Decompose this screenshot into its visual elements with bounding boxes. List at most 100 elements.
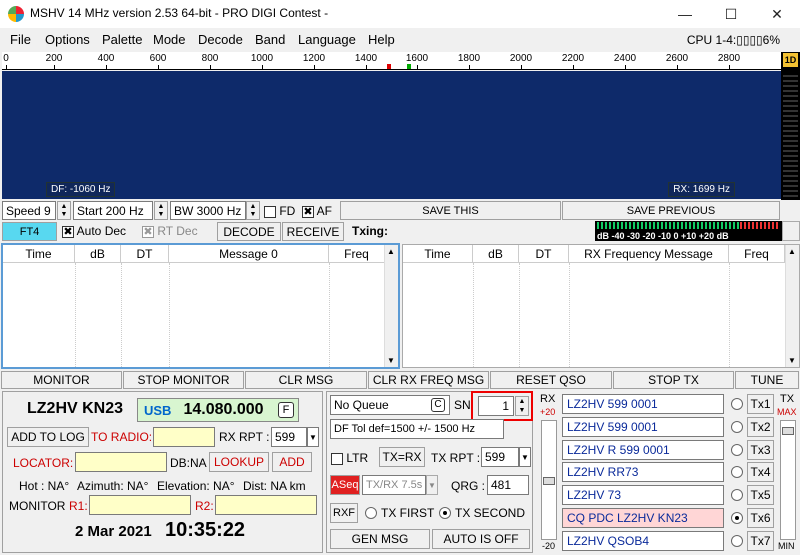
chevron-down-icon[interactable]: ▼: [307, 427, 319, 447]
txing-status: Txing:: [352, 224, 388, 238]
lookup-button[interactable]: LOOKUP: [209, 452, 269, 472]
tx7-radio[interactable]: [731, 535, 743, 547]
tx-message-5[interactable]: LZ2HV 73: [562, 485, 724, 505]
sn-spinner[interactable]: ▲ ▼: [515, 396, 529, 416]
menu-file[interactable]: File: [10, 32, 31, 47]
col-time-rx[interactable]: Time: [403, 245, 473, 263]
tx5-radio[interactable]: [731, 489, 743, 501]
tx3-radio[interactable]: [731, 444, 743, 456]
aseq-button[interactable]: ASeq: [330, 475, 360, 495]
chevron-down-icon[interactable]: ▼: [426, 475, 438, 495]
decode-button[interactable]: DECODE: [217, 222, 281, 241]
bw-field[interactable]: BW 3000 Hz: [170, 201, 246, 220]
r1-input[interactable]: [89, 495, 191, 515]
gen-msg-button[interactable]: GEN MSG: [330, 529, 430, 549]
tx-message-1[interactable]: LZ2HV 599 0001: [562, 394, 724, 414]
ruler-tick: [210, 65, 211, 69]
speed-field[interactable]: Speed 9: [2, 201, 56, 220]
clr-msg-button[interactable]: CLR MSG: [245, 371, 367, 389]
tx5-button[interactable]: Tx5: [747, 485, 774, 505]
receive-button[interactable]: RECEIVE: [282, 222, 344, 241]
close-button[interactable]: ✕: [754, 0, 800, 28]
menu-options[interactable]: Options: [45, 32, 90, 47]
col-db[interactable]: dB: [75, 245, 121, 263]
monitor-button[interactable]: MONITOR: [1, 371, 122, 389]
chevron-down-icon[interactable]: ▼: [519, 447, 531, 467]
tx1-radio[interactable]: [731, 398, 743, 410]
col-freq[interactable]: Freq: [329, 245, 385, 263]
tx1-button[interactable]: Tx1: [747, 394, 774, 414]
rt-dec-checkbox[interactable]: ✖ RT Dec: [142, 224, 198, 238]
waterfall-display[interactable]: DF: -1060 Hz RX: 1699 Hz: [2, 71, 781, 199]
add-button[interactable]: ADD: [272, 452, 312, 472]
af-checkbox[interactable]: ✖ AF: [302, 204, 332, 218]
menu-language[interactable]: Language: [298, 32, 356, 47]
tx-eq-rx-button[interactable]: TX=RX: [379, 447, 425, 467]
menu-help[interactable]: Help: [368, 32, 395, 47]
fd-checkbox[interactable]: FD: [264, 204, 295, 218]
tune-button[interactable]: TUNE: [735, 371, 799, 389]
col-dt[interactable]: DT: [121, 245, 169, 263]
tx2-button[interactable]: Tx2: [747, 417, 774, 437]
save-previous-button[interactable]: SAVE PREVIOUS: [562, 201, 780, 220]
add-to-log-button[interactable]: ADD TO LOG: [7, 427, 89, 447]
tx3-button[interactable]: Tx3: [747, 440, 774, 460]
start-spinner[interactable]: ▲ ▼: [154, 201, 168, 220]
menu-band[interactable]: Band: [255, 32, 285, 47]
c-button[interactable]: C: [431, 398, 445, 412]
col-freq-rx[interactable]: Freq: [729, 245, 785, 263]
tx-rpt-select[interactable]: 599: [481, 447, 519, 467]
stop-monitor-button[interactable]: STOP MONITOR: [123, 371, 244, 389]
decode-table-left[interactable]: Time dB DT Message 0 Freq ▲ ▼: [1, 243, 400, 369]
col-rx-message[interactable]: RX Frequency Message: [569, 245, 729, 263]
qrg-input[interactable]: 481: [487, 475, 529, 495]
tx-message-4[interactable]: LZ2HV RR73: [562, 462, 724, 482]
tx-message-2[interactable]: LZ2HV 599 0001: [562, 417, 724, 437]
col-message[interactable]: Message 0: [169, 245, 329, 263]
sn-input[interactable]: 1: [478, 396, 514, 416]
rxf-button[interactable]: RXF: [330, 503, 358, 523]
to-radio-input[interactable]: [153, 427, 215, 447]
tx-power-slider[interactable]: [780, 420, 796, 540]
save-this-button[interactable]: SAVE THIS: [340, 201, 561, 220]
tx-message-7[interactable]: LZ2HV QSOB4: [562, 531, 724, 551]
rx-rpt-select[interactable]: 599: [271, 427, 307, 447]
speed-spinner[interactable]: ▲ ▼: [57, 201, 71, 220]
decode-table-right[interactable]: Time dB DT RX Frequency Message Freq ▲ ▼: [402, 244, 800, 368]
tx-first-radio[interactable]: [365, 507, 377, 519]
stop-tx-button[interactable]: STOP TX: [613, 371, 734, 389]
minimize-button[interactable]: —: [662, 0, 708, 28]
df-tol-select[interactable]: DF Tol def=1500 +/- 1500 Hz: [330, 419, 504, 439]
tx4-radio[interactable]: [731, 466, 743, 478]
start-field[interactable]: Start 200 Hz: [73, 201, 153, 220]
clr-rx-freq-msg-button[interactable]: CLR RX FREQ MSG: [368, 371, 489, 389]
col-dt-rx[interactable]: DT: [519, 245, 569, 263]
tx6-radio[interactable]: [731, 512, 743, 524]
col-db-rx[interactable]: dB: [473, 245, 519, 263]
menu-decode[interactable]: Decode: [198, 32, 243, 47]
locator-input[interactable]: [75, 452, 167, 472]
bw-spinner[interactable]: ▲ ▼: [246, 201, 260, 220]
mode-ft4-button[interactable]: FT4: [2, 222, 57, 241]
tx4-button[interactable]: Tx4: [747, 462, 774, 482]
left-scrollbar[interactable]: ▲ ▼: [384, 245, 398, 367]
menu-palette[interactable]: Palette: [102, 32, 142, 47]
auto-dec-checkbox[interactable]: ✖ Auto Dec: [62, 224, 126, 238]
maximize-button[interactable]: ☐: [708, 0, 754, 28]
tx-message-6[interactable]: CQ PDC LZ2HV KN23: [562, 508, 724, 528]
col-time[interactable]: Time: [3, 245, 75, 263]
tx2-radio[interactable]: [731, 421, 743, 433]
tx6-button[interactable]: Tx6: [747, 508, 774, 528]
f-button[interactable]: F: [278, 402, 294, 418]
ltr-checkbox[interactable]: LTR: [331, 451, 368, 465]
auto-is-off-button[interactable]: AUTO IS OFF: [432, 529, 530, 549]
r2-input[interactable]: [215, 495, 317, 515]
txrx-select[interactable]: TX/RX 7.5s: [362, 475, 426, 495]
rx-gain-slider[interactable]: [541, 420, 557, 540]
tx7-button[interactable]: Tx7: [747, 531, 774, 551]
tx-message-3[interactable]: LZ2HV R 599 0001: [562, 440, 724, 460]
reset-qso-button[interactable]: RESET QSO: [490, 371, 612, 389]
menu-mode[interactable]: Mode: [153, 32, 186, 47]
tx-second-radio[interactable]: [439, 507, 451, 519]
right-scrollbar[interactable]: ▲ ▼: [785, 245, 799, 367]
